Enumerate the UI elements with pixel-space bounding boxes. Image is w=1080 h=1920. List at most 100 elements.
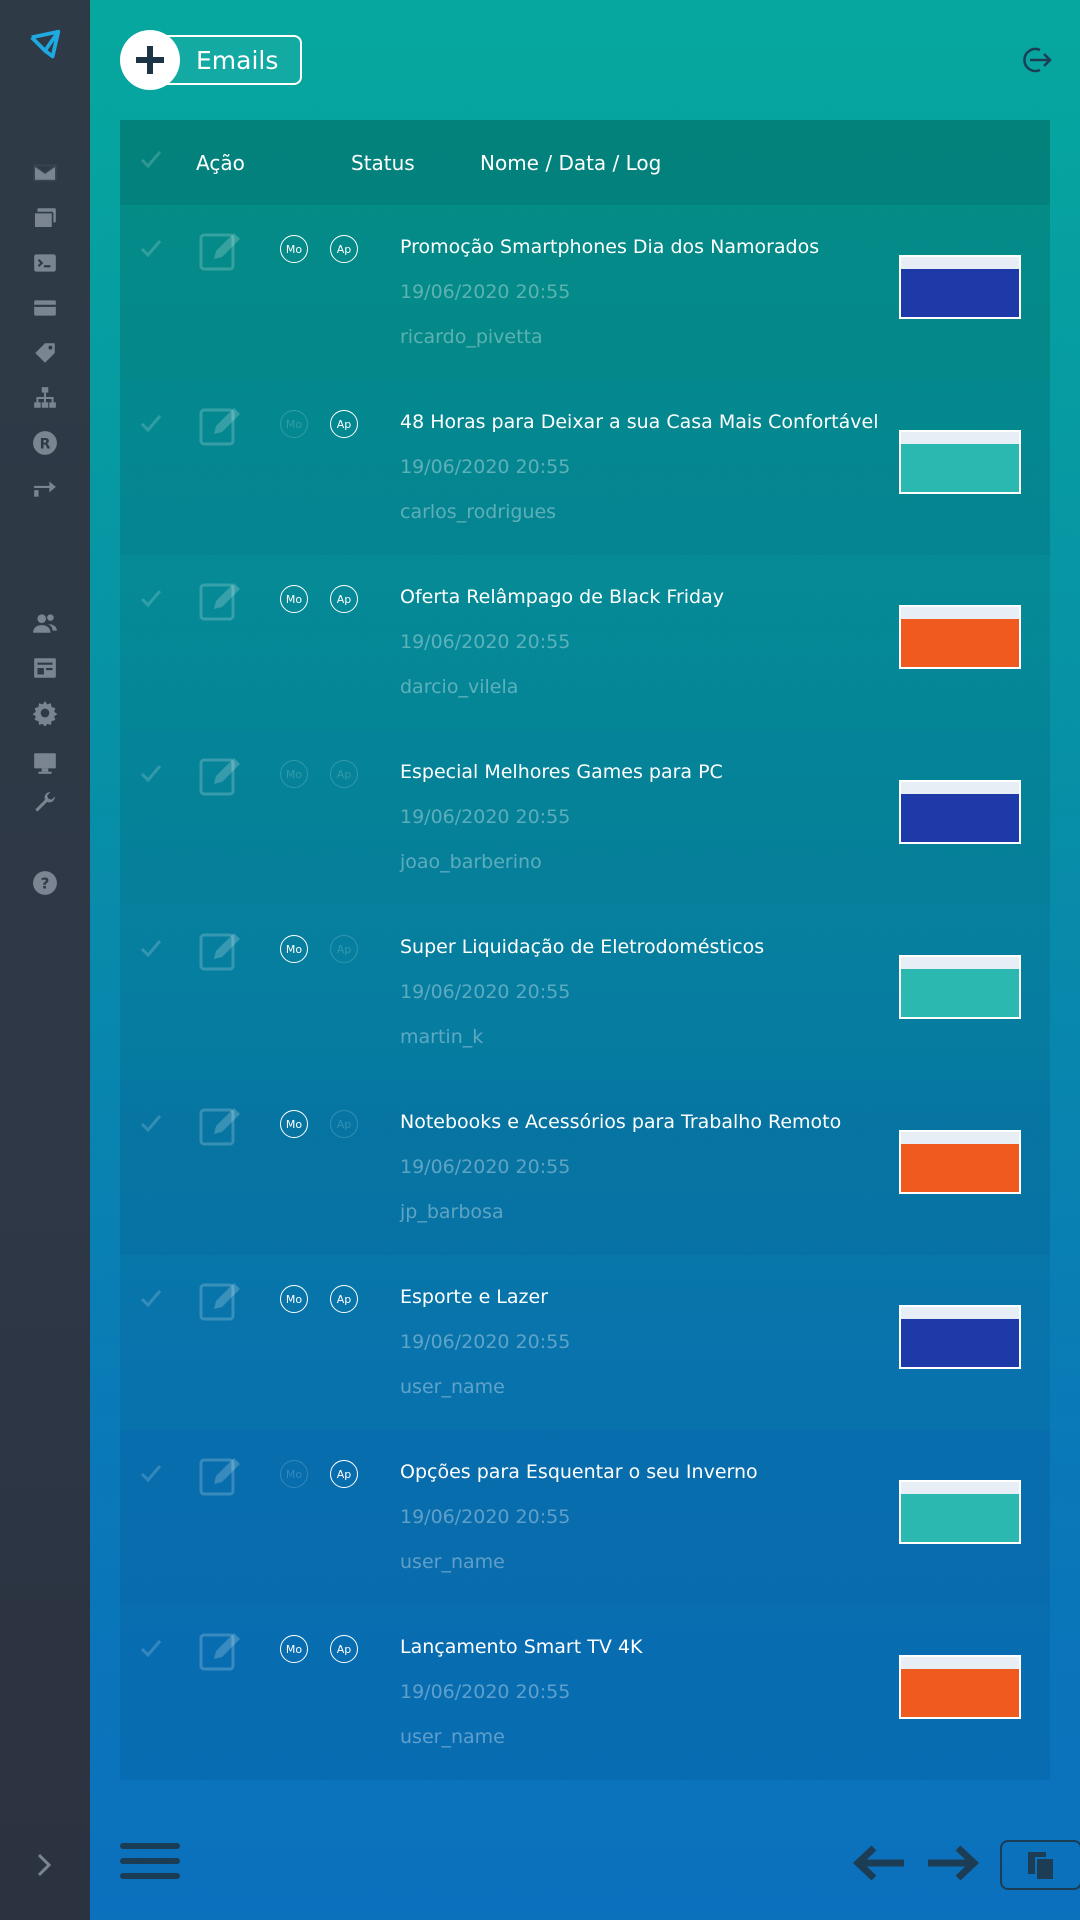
edit-icon[interactable]: [198, 404, 242, 448]
table-row[interactable]: Mo Ap 48 Horas para Deixar a sua Casa Ma…: [120, 380, 1050, 555]
email-thumbnail[interactable]: [899, 955, 1021, 1019]
row-check-icon[interactable]: [140, 1637, 162, 1663]
email-title[interactable]: 48 Horas para Deixar a sua Casa Mais Con…: [400, 411, 878, 433]
select-all-check-icon[interactable]: [140, 148, 162, 175]
email-thumbnail[interactable]: [899, 1480, 1021, 1544]
sitemap-icon[interactable]: [27, 380, 63, 416]
app-logo-icon[interactable]: [26, 26, 64, 64]
status-mo-badge[interactable]: Mo: [280, 1110, 308, 1138]
edit-icon[interactable]: [198, 1279, 242, 1323]
status-ap-badge[interactable]: Ap: [330, 410, 358, 438]
table-row[interactable]: Mo Ap Lançamento Smart TV 4K 19/06/2020 …: [120, 1605, 1050, 1780]
status-ap-badge[interactable]: Ap: [330, 1110, 358, 1138]
registered-icon[interactable]: R: [27, 425, 63, 461]
edit-icon[interactable]: [198, 754, 242, 798]
header-status: Status: [351, 150, 415, 175]
table-row[interactable]: Mo Ap Super Liquidação de Eletrodoméstic…: [120, 905, 1050, 1080]
add-icon[interactable]: [120, 30, 180, 90]
edit-icon[interactable]: [198, 579, 242, 623]
monitor-icon[interactable]: [27, 745, 63, 781]
email-title[interactable]: Opções para Esquentar o seu Inverno: [400, 1461, 758, 1483]
menu-icon[interactable]: [120, 1843, 180, 1883]
status-ap-badge[interactable]: Ap: [330, 235, 358, 263]
email-title[interactable]: Super Liquidação de Eletrodomésticos: [400, 936, 764, 958]
gear-icon[interactable]: [27, 695, 63, 731]
template-icon[interactable]: [27, 650, 63, 686]
status-ap-badge[interactable]: Ap: [330, 585, 358, 613]
row-check-icon[interactable]: [140, 237, 162, 263]
status-mo-badge[interactable]: Mo: [280, 410, 308, 438]
email-user: jp_barbosa: [400, 1201, 504, 1223]
email-user: user_name: [400, 1551, 505, 1573]
status-mo-badge[interactable]: Mo: [280, 1285, 308, 1313]
status-ap-badge[interactable]: Ap: [330, 1285, 358, 1313]
edit-icon[interactable]: [198, 1454, 242, 1498]
share-arrows-icon[interactable]: [27, 470, 63, 506]
terminal-icon[interactable]: [27, 245, 63, 281]
images-icon[interactable]: [27, 200, 63, 236]
svg-text:R: R: [40, 436, 51, 452]
status-ap-badge[interactable]: Ap: [330, 935, 358, 963]
status-mo-badge[interactable]: Mo: [280, 1460, 308, 1488]
table-row[interactable]: Mo Ap Promoção Smartphones Dia dos Namor…: [120, 205, 1050, 380]
email-thumbnail[interactable]: [899, 605, 1021, 669]
email-title[interactable]: Esporte e Lazer: [400, 1286, 548, 1308]
emails-table: Ação Status Nome / Data / Log Mo Ap Prom…: [120, 120, 1050, 1780]
arrow-left-icon[interactable]: [850, 1842, 906, 1884]
email-title[interactable]: Promoção Smartphones Dia dos Namorados: [400, 236, 819, 258]
table-row[interactable]: Mo Ap Especial Melhores Games para PC 19…: [120, 730, 1050, 905]
table-body: Mo Ap Promoção Smartphones Dia dos Namor…: [120, 205, 1050, 1780]
email-title[interactable]: Notebooks e Acessórios para Trabalho Rem…: [400, 1111, 841, 1133]
status-mo-badge[interactable]: Mo: [280, 935, 308, 963]
wrench-icon[interactable]: [27, 785, 63, 821]
email-date: 19/06/2020 20:55: [400, 281, 571, 303]
email-thumbnail[interactable]: [899, 1655, 1021, 1719]
email-title[interactable]: Lançamento Smart TV 4K: [400, 1636, 642, 1658]
tag-icon[interactable]: [27, 335, 63, 371]
copy-button[interactable]: [1000, 1840, 1080, 1890]
table-row[interactable]: Mo Ap Notebooks e Acessórios para Trabal…: [120, 1080, 1050, 1255]
row-check-icon[interactable]: [140, 412, 162, 438]
table-header: Ação Status Nome / Data / Log: [120, 120, 1050, 205]
row-check-icon[interactable]: [140, 1112, 162, 1138]
row-check-icon[interactable]: [140, 1462, 162, 1488]
row-check-icon[interactable]: [140, 1287, 162, 1313]
email-date: 19/06/2020 20:55: [400, 1681, 571, 1703]
status-mo-badge[interactable]: Mo: [280, 585, 308, 613]
status-mo-badge[interactable]: Mo: [280, 760, 308, 788]
row-check-icon[interactable]: [140, 762, 162, 788]
status-ap-badge[interactable]: Ap: [330, 760, 358, 788]
envelope-icon[interactable]: [27, 155, 63, 191]
email-thumbnail[interactable]: [899, 255, 1021, 319]
table-row[interactable]: Mo Ap Opções para Esquentar o seu Invern…: [120, 1430, 1050, 1605]
email-user: ricardo_pivetta: [400, 326, 543, 348]
table-row[interactable]: Mo Ap Esporte e Lazer 19/06/2020 20:55 u…: [120, 1255, 1050, 1430]
row-check-icon[interactable]: [140, 587, 162, 613]
email-thumbnail[interactable]: [899, 1305, 1021, 1369]
logout-icon[interactable]: [1020, 46, 1052, 74]
email-thumbnail[interactable]: [899, 780, 1021, 844]
email-title[interactable]: Especial Melhores Games para PC: [400, 761, 723, 783]
status-ap-badge[interactable]: Ap: [330, 1460, 358, 1488]
edit-icon[interactable]: [198, 929, 242, 973]
email-thumbnail[interactable]: [899, 430, 1021, 494]
email-date: 19/06/2020 20:55: [400, 631, 571, 653]
status-ap-badge[interactable]: Ap: [330, 1635, 358, 1663]
email-date: 19/06/2020 20:55: [400, 1331, 571, 1353]
window-icon[interactable]: [27, 290, 63, 326]
expand-sidebar-icon[interactable]: [34, 1852, 54, 1878]
edit-icon[interactable]: [198, 229, 242, 273]
table-row[interactable]: Mo Ap Oferta Relâmpago de Black Friday 1…: [120, 555, 1050, 730]
email-date: 19/06/2020 20:55: [400, 1506, 571, 1528]
edit-icon[interactable]: [198, 1629, 242, 1673]
row-check-icon[interactable]: [140, 937, 162, 963]
email-user: user_name: [400, 1376, 505, 1398]
email-title[interactable]: Oferta Relâmpago de Black Friday: [400, 586, 724, 608]
help-icon[interactable]: ?: [27, 865, 63, 901]
edit-icon[interactable]: [198, 1104, 242, 1148]
email-thumbnail[interactable]: [899, 1130, 1021, 1194]
status-mo-badge[interactable]: Mo: [280, 235, 308, 263]
arrow-right-icon[interactable]: [926, 1842, 982, 1884]
users-icon[interactable]: [27, 605, 63, 641]
status-mo-badge[interactable]: Mo: [280, 1635, 308, 1663]
